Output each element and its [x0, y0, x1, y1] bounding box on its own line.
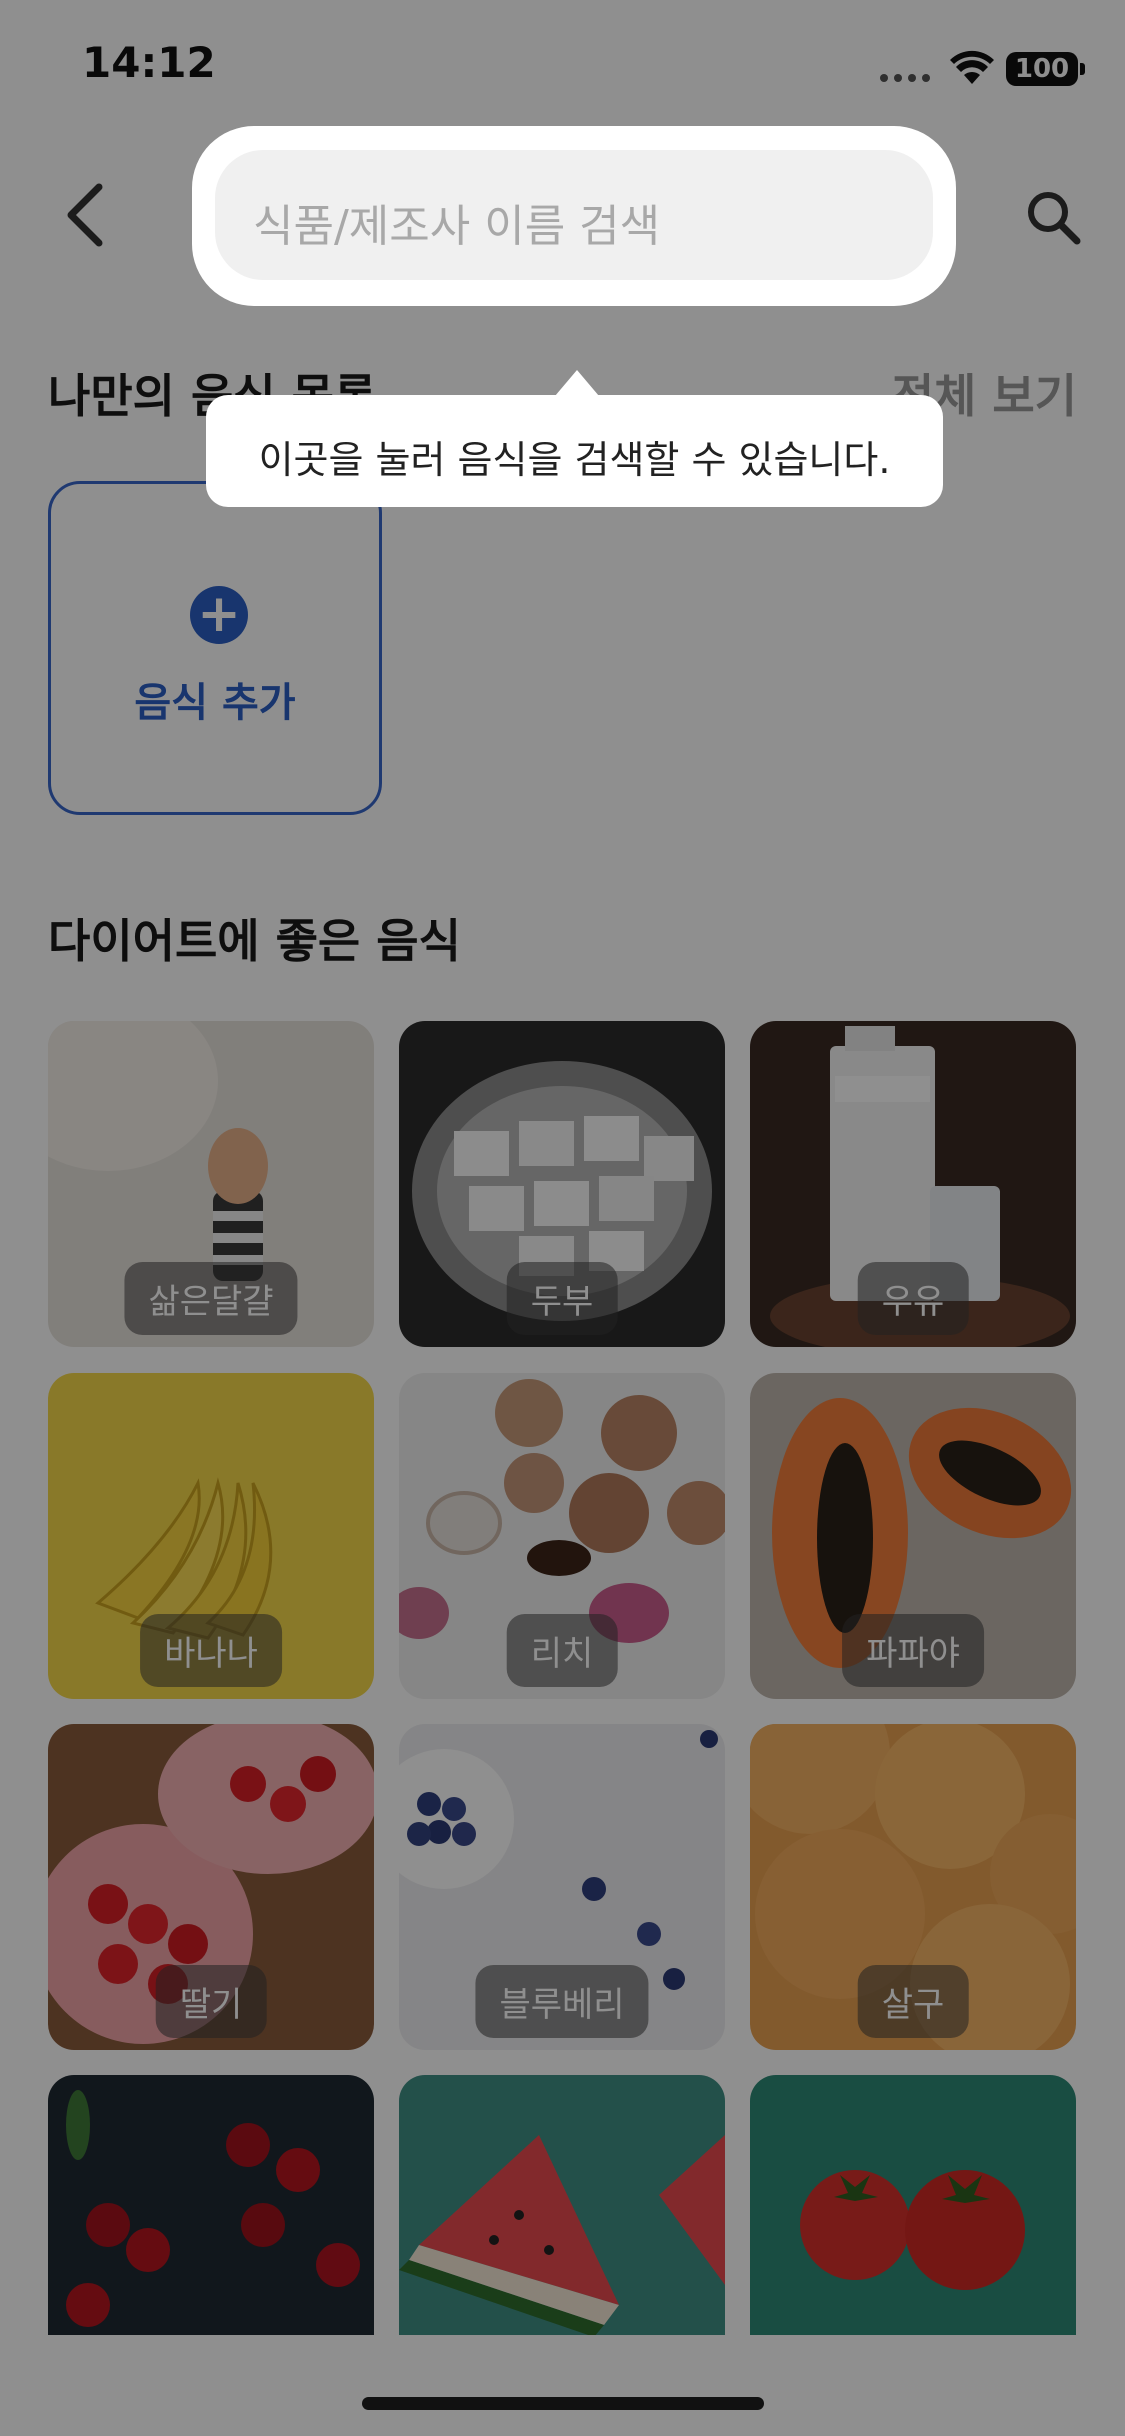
food-tile-watermelon[interactable]: [399, 2075, 725, 2335]
tooltip-arrow: [555, 370, 599, 396]
food-tile-cherry[interactable]: [48, 2075, 374, 2335]
food-tile-label: 딸기: [155, 1965, 267, 2038]
cherry-image: [66, 2090, 360, 2327]
search-field-highlight[interactable]: 식품/제조사 이름 검색: [215, 150, 933, 280]
search-button[interactable]: [1018, 182, 1088, 252]
food-tile-tomato[interactable]: [750, 2075, 1076, 2335]
plus-icon: +: [190, 586, 248, 644]
food-tile-blueberry[interactable]: 블루베리: [399, 1724, 725, 2050]
add-food-label: 음식 추가: [134, 680, 296, 726]
wifi-icon: [950, 50, 994, 84]
food-tile-banana[interactable]: 바나나: [48, 1373, 374, 1699]
food-tile-egg[interactable]: 삶은달걀: [48, 1021, 374, 1347]
food-tile-apricot[interactable]: 살구: [750, 1724, 1076, 2050]
magnifier-icon: [1028, 192, 1081, 245]
food-tile-lychee[interactable]: 리치: [399, 1373, 725, 1699]
signal-dots-icon: [880, 74, 936, 84]
home-indicator[interactable]: [362, 2397, 764, 2410]
food-tile-milk[interactable]: 우유: [750, 1021, 1076, 1347]
chevron-left-icon: [67, 183, 103, 247]
food-tile-label: 파파야: [842, 1614, 984, 1687]
status-time: 14:12: [82, 38, 216, 87]
food-tile-label: 리치: [506, 1614, 618, 1687]
food-tile-label: 살구: [857, 1965, 969, 2038]
food-tile-label: 삶은달걀: [124, 1262, 298, 1335]
food-tile-strawberry[interactable]: 딸기: [48, 1724, 374, 2050]
food-tile-label: 바나나: [140, 1614, 282, 1687]
battery-tip: [1080, 63, 1085, 75]
food-tile-label: 블루베리: [475, 1965, 649, 2038]
add-food-card[interactable]: + 음식 추가: [48, 481, 382, 815]
food-tile-papaya[interactable]: 파파야: [750, 1373, 1076, 1699]
tooltip-text: 이곳을 눌러 음식을 검색할 수 있습니다.: [258, 438, 891, 482]
coach-tooltip: 이곳을 눌러 음식을 검색할 수 있습니다.: [206, 395, 943, 507]
food-tile-tofu[interactable]: 두부: [399, 1021, 725, 1347]
search-spotlight[interactable]: 식품/제조사 이름 검색: [192, 126, 956, 306]
diet-foods-title: 다이어트에 좋은 음식: [48, 914, 461, 968]
search-placeholder-text: 식품/제조사 이름 검색: [253, 201, 661, 252]
food-tile-label: 두부: [506, 1262, 618, 1335]
back-button[interactable]: [60, 180, 110, 250]
tomato-image: [800, 2170, 1025, 2290]
battery-icon: 100: [1006, 52, 1078, 86]
watermelon-image: [399, 2135, 725, 2335]
food-tile-label: 우유: [857, 1262, 969, 1335]
